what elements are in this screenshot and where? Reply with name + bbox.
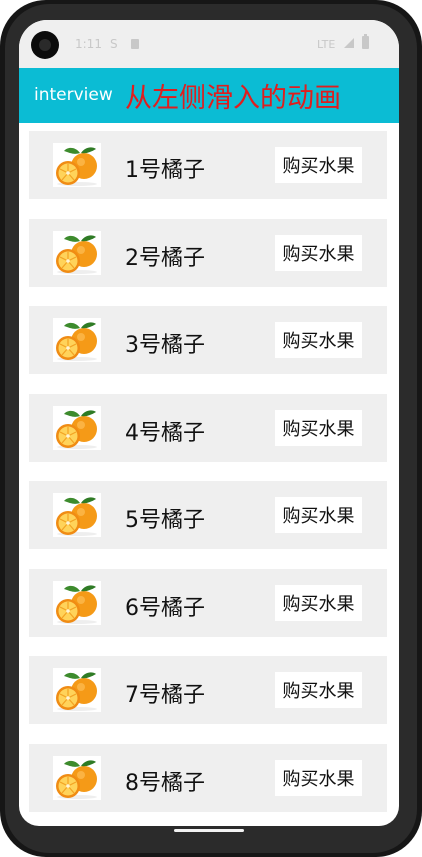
list-item: 8号橘子 购买水果 <box>29 744 387 812</box>
list-item: 5号橘子 购买水果 <box>29 481 387 549</box>
fruit-name: 3号橘子 <box>125 333 205 358</box>
sd-card-icon <box>131 39 139 49</box>
status-time: 1:11 <box>75 37 102 51</box>
orange-fruit-icon <box>53 406 101 450</box>
buy-fruit-button[interactable]: 购买水果 <box>275 410 362 446</box>
list-item: 2号橘子 购买水果 <box>29 219 387 287</box>
buy-fruit-button[interactable]: 购买水果 <box>275 147 362 183</box>
buy-fruit-button[interactable]: 购买水果 <box>275 585 362 621</box>
fruit-name: 8号橘子 <box>125 771 205 796</box>
home-gesture-handle[interactable] <box>174 829 244 832</box>
app-bar: interview 从左侧滑入的动画 <box>19 68 399 123</box>
phone-device: 1:11 S LTE interview 从左侧滑入的动画 1号橘子 购买水果 … <box>0 0 422 857</box>
list-item: 3号橘子 购买水果 <box>29 306 387 374</box>
signal-icon <box>344 38 354 48</box>
battery-icon <box>362 34 369 49</box>
navigation-bar <box>19 823 399 838</box>
fruit-name: 6号橘子 <box>125 596 205 621</box>
buy-fruit-button[interactable]: 购买水果 <box>275 497 362 533</box>
front-camera <box>31 31 59 59</box>
buy-fruit-button[interactable]: 购买水果 <box>275 760 362 796</box>
orange-fruit-icon <box>53 581 101 625</box>
notification-icon: S <box>110 37 118 51</box>
list-item: 6号橘子 购买水果 <box>29 569 387 637</box>
network-type-label: LTE <box>317 38 336 51</box>
fruit-name: 1号橘子 <box>125 158 205 183</box>
buy-fruit-button[interactable]: 购买水果 <box>275 322 362 358</box>
orange-fruit-icon <box>53 668 101 712</box>
list-item: 7号橘子 购买水果 <box>29 656 387 724</box>
list-item: 1号橘子 购买水果 <box>29 131 387 199</box>
orange-fruit-icon <box>53 231 101 275</box>
fruit-name: 7号橘子 <box>125 683 205 708</box>
orange-fruit-icon <box>53 493 101 537</box>
orange-fruit-icon <box>53 318 101 362</box>
orange-fruit-icon <box>53 756 101 800</box>
fruit-name: 4号橘子 <box>125 421 205 446</box>
status-bar: 1:11 S LTE <box>19 20 399 68</box>
app-name: interview <box>34 85 113 105</box>
orange-fruit-icon <box>53 143 101 187</box>
fruit-name: 5号橘子 <box>125 508 205 533</box>
list-item: 4号橘子 购买水果 <box>29 394 387 462</box>
fruit-name: 2号橘子 <box>125 246 205 271</box>
phone-screen: 1:11 S LTE interview 从左侧滑入的动画 1号橘子 购买水果 … <box>19 20 399 826</box>
buy-fruit-button[interactable]: 购买水果 <box>275 235 362 271</box>
buy-fruit-button[interactable]: 购买水果 <box>275 672 362 708</box>
page-title: 从左侧滑入的动画 <box>125 83 341 114</box>
